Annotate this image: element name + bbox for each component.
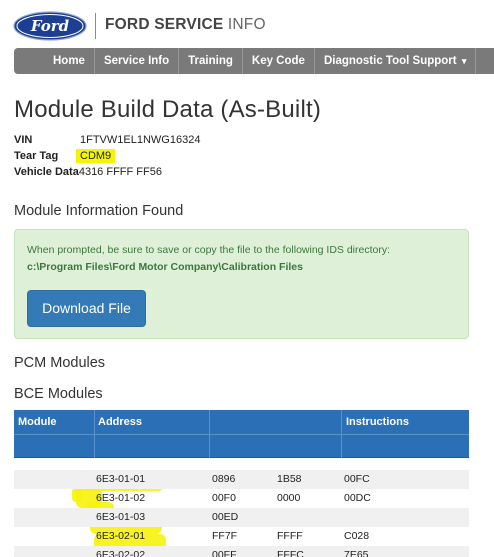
vin-row: VIN 1FTVW1EL1NWG16324: [14, 134, 200, 146]
download-file-button[interactable]: Download File: [27, 290, 146, 327]
ids-directory-alert: When prompted, be sure to save or copy t…: [14, 229, 469, 339]
table-row: 6E3-02-01 FF7F FFFF C028: [14, 527, 469, 546]
instructions-cell: 00FC: [344, 473, 370, 485]
vehicle-data-row: Vehicle Data4316 FFFF FF56: [14, 166, 162, 178]
table-header: Module Address Instructions: [14, 410, 469, 458]
value-cell: FFFC: [277, 549, 304, 557]
table-row: 6E3-01-02 00F0 0000 00DC: [14, 489, 469, 508]
main-nav: Home Service Info Training Key Code Diag…: [14, 48, 494, 74]
instructions-cell: C028: [344, 530, 370, 542]
brand-title-light: INFO: [227, 16, 266, 33]
bce-modules-table: Module Address Instructions 6E3-01-01 08…: [14, 410, 469, 557]
brand-title: FORD SERVICE INFO: [105, 16, 266, 34]
nav-item-key-code[interactable]: Key Code: [243, 48, 315, 74]
tear-tag-value: CDM9: [76, 149, 116, 163]
nav-item-home[interactable]: Home: [41, 48, 95, 74]
pcm-modules-heading: PCM Modules: [14, 355, 106, 371]
address-cell: 6E3-02-02: [96, 549, 146, 557]
table-row: 6E3-01-01 0896 1B58 00FC: [14, 470, 469, 489]
value-cell: 1B58: [277, 473, 302, 485]
ford-logo[interactable]: Ford: [13, 11, 87, 41]
nav-item-diagnostic-tool-support[interactable]: Diagnostic Tool Support ▾: [315, 48, 477, 74]
table-row: 6E3-02-02 00FF FFFC 7E65: [14, 546, 469, 557]
col-header-instructions: Instructions: [346, 416, 409, 428]
value-cell: 00ED: [212, 511, 239, 523]
alert-message: When prompted, be sure to save or copy t…: [27, 244, 391, 256]
address-cell: 6E3-01-03: [96, 511, 146, 523]
address-cell: 6E3-01-02: [96, 492, 146, 504]
table-spacer: [14, 458, 469, 470]
alert-path: c:\Program Files\Ford Motor Company\Cali…: [27, 261, 303, 273]
instructions-cell: 7E65: [344, 549, 369, 557]
bce-modules-heading: BCE Modules: [14, 386, 103, 402]
value-cell: FFFF: [277, 530, 303, 542]
address-cell: 6E3-02-01: [96, 530, 146, 542]
page-title: Module Build Data (As-Built): [14, 96, 322, 123]
header-divider: [14, 434, 469, 435]
value-cell: 0000: [277, 492, 301, 504]
vin-value: 1FTVW1EL1NWG16324: [80, 134, 201, 146]
tear-tag-label: Tear Tag: [14, 150, 59, 162]
nav-item-training[interactable]: Training: [179, 48, 243, 74]
vehicle-data-label: Vehicle Data: [14, 166, 79, 178]
vehicle-data-value: 4316 FFFF FF56: [78, 166, 162, 178]
module-info-heading: Module Information Found: [14, 203, 184, 219]
dropdown-caret-icon: ▾: [461, 56, 467, 66]
value-cell: 00F0: [212, 492, 236, 504]
nav-item-overflow[interactable]: [476, 48, 491, 74]
instructions-cell: 00DC: [344, 492, 371, 504]
vin-label: VIN: [14, 134, 33, 146]
nav-item-service-info[interactable]: Service Info: [95, 48, 180, 74]
logo-divider: [95, 13, 96, 39]
col-header-address: Address: [98, 416, 143, 428]
value-cell: 0896: [212, 473, 236, 485]
address-cell: 6E3-01-01: [96, 473, 146, 485]
nav-item-diagnostic-label: Diagnostic Tool Support: [323, 55, 457, 67]
value-cell: FF7F: [212, 530, 238, 542]
site-header: Ford FORD SERVICE INFO: [0, 0, 494, 50]
table-row: 6E3-01-03 00ED: [14, 508, 469, 527]
value-cell: 00FF: [212, 549, 237, 557]
col-header-module: Module: [18, 416, 57, 428]
tear-tag-row: Tear Tag CDM9: [14, 149, 116, 163]
ford-logo-text: Ford: [30, 17, 70, 35]
brand-title-bold: FORD SERVICE: [105, 16, 224, 33]
